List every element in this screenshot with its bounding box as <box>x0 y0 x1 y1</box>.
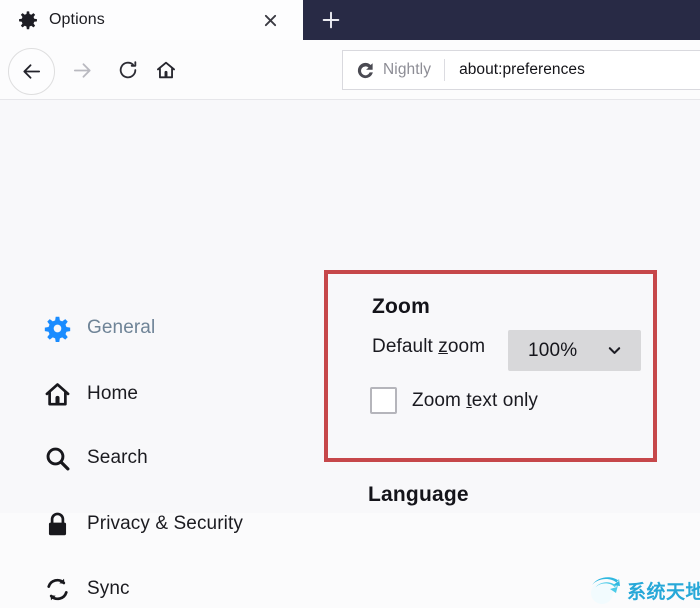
new-tab-area[interactable] <box>303 0 700 40</box>
globe-arrow-icon <box>590 577 620 604</box>
lock-icon <box>48 512 67 535</box>
forward-button[interactable] <box>62 50 102 90</box>
back-button[interactable] <box>8 48 55 95</box>
url-bar[interactable]: Nightly about:preferences <box>342 50 700 90</box>
gear-icon <box>44 316 71 342</box>
default-zoom-dropdown[interactable]: 100% <box>508 330 641 371</box>
preferences-sidebar: General Home Search Privacy & Security S… <box>0 100 318 600</box>
default-zoom-row: Default zoom <box>372 336 485 358</box>
zoom-section-highlight: Zoom Default zoom 100% Zoom text only <box>324 270 657 462</box>
home-icon <box>157 61 175 79</box>
reload-button[interactable] <box>108 50 148 90</box>
forward-arrow-icon <box>73 62 91 78</box>
sidebar-item-label: Privacy & Security <box>87 513 243 534</box>
watermark-text: 系统天地 <box>627 581 700 603</box>
sync-icon <box>47 578 68 600</box>
sidebar-item-label: Sync <box>87 578 130 599</box>
preferences-page: General Home Search Privacy & Security S… <box>0 100 700 604</box>
default-zoom-label: Default zoom <box>372 336 486 357</box>
sidebar-item-general[interactable]: General <box>44 311 155 345</box>
tab-strip: Options <box>0 0 700 40</box>
watermark: 系统天地 <box>586 572 700 608</box>
zoom-section-heading: Zoom <box>372 295 430 318</box>
sidebar-item-privacy-security[interactable]: Privacy & Security <box>44 507 243 541</box>
tab-options[interactable]: Options <box>0 0 303 40</box>
search-icon <box>46 447 70 470</box>
chevron-down-icon <box>608 347 621 354</box>
sidebar-item-sync[interactable]: Sync <box>44 572 130 606</box>
tab-title: Options <box>49 11 105 28</box>
sidebar-item-home[interactable]: Home <box>44 377 138 411</box>
sidebar-item-label: General <box>87 317 156 338</box>
zoom-text-only-row[interactable]: Zoom text only <box>370 387 538 414</box>
zoom-text-only-checkbox[interactable] <box>370 387 397 414</box>
browser-window: Options Nightly about:preferences Genera… <box>0 0 700 604</box>
language-section-heading: Language <box>368 483 469 506</box>
back-arrow-icon <box>23 64 41 79</box>
close-icon <box>264 14 276 26</box>
reload-icon <box>119 61 137 79</box>
identity-label: Nightly <box>383 61 432 78</box>
nightly-logo-icon <box>357 62 373 78</box>
default-zoom-value: 100% <box>528 339 578 361</box>
sidebar-item-label: Search <box>87 447 148 468</box>
identity-box[interactable]: Nightly <box>343 57 442 83</box>
sidebar-item-search[interactable]: Search <box>44 441 148 475</box>
home-button[interactable] <box>146 50 186 90</box>
url-text[interactable]: about:preferences <box>445 61 585 79</box>
close-tab-button[interactable] <box>260 10 280 30</box>
sidebar-item-label: Home <box>87 383 139 404</box>
plus-icon <box>322 11 340 29</box>
gear-icon <box>19 11 37 30</box>
zoom-text-only-label: Zoom text only <box>412 389 539 411</box>
home-icon <box>45 382 70 406</box>
